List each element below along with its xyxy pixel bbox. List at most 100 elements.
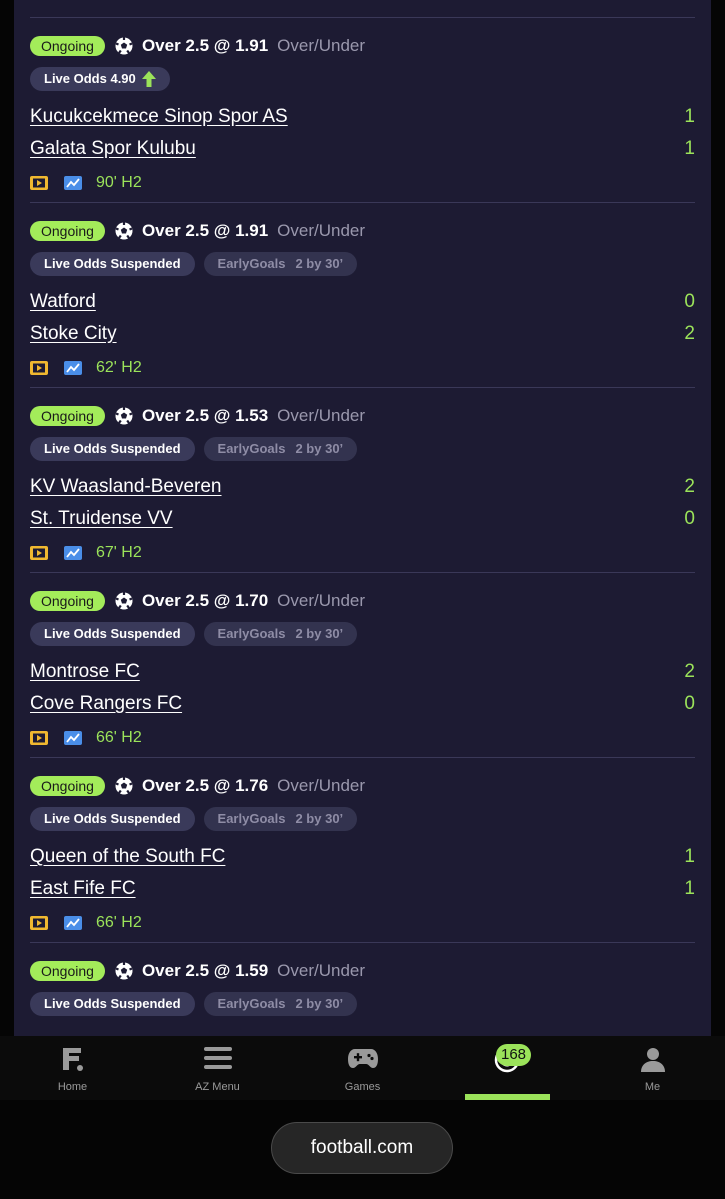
match-card[interactable]: Ongoing Over 2.5 @ 1.91 Over/Under Live … xyxy=(30,18,695,203)
menu-icon xyxy=(203,1047,232,1069)
status-badge: Ongoing xyxy=(30,36,105,56)
home-team-link[interactable]: Montrose FC xyxy=(30,661,140,683)
away-team-link[interactable]: Cove Rangers FC xyxy=(30,693,182,715)
soccer-ball-icon xyxy=(115,962,133,980)
home-score: 2 xyxy=(684,476,695,497)
nav-label-games: Games xyxy=(344,1081,381,1093)
odds-chips: Live Odds Suspended EarlyGoals 2 by 30’ xyxy=(30,992,358,1016)
match-minute: 66' H2 xyxy=(96,914,142,931)
match-card[interactable]: Ongoing Over 2.5 @ 1.59 Over/Under Live … xyxy=(30,943,695,1036)
soccer-ball-icon xyxy=(115,407,133,425)
odds-chips: Live Odds 4.90 xyxy=(30,67,170,91)
home-team-link[interactable]: Queen of the South FC xyxy=(30,846,225,868)
away-score: 0 xyxy=(684,508,695,529)
match-card[interactable]: Ongoing Over 2.5 @ 1.70 Over/Under Live … xyxy=(30,573,695,758)
away-team-link[interactable]: Stoke City xyxy=(30,323,117,345)
market-type: Over/Under xyxy=(277,776,366,795)
early-goals-chip: EarlyGoals 2 by 30’ xyxy=(203,622,358,646)
match-meta: 66' H2 xyxy=(30,913,142,933)
match-card[interactable]: Ongoing Over 2.5 @ 1.91 Over/Under Live … xyxy=(30,203,695,388)
stats-chart-icon[interactable] xyxy=(64,361,82,375)
early-goals-value: 2 by 30’ xyxy=(295,996,344,1011)
market-odds: Over 2.5 @ 1.70 xyxy=(141,591,269,610)
market-type: Over/Under xyxy=(277,221,366,240)
match-header: Ongoing Over 2.5 @ 1.76 Over/Under xyxy=(30,774,365,798)
match-card[interactable]: Ongoing Over 2.5 @ 1.76 Over/Under Live … xyxy=(30,758,695,943)
match-meta: 67' H2 xyxy=(30,543,142,563)
match-minute: 67' H2 xyxy=(96,544,142,561)
stats-chart-icon[interactable] xyxy=(64,731,82,745)
match-minute: 62' H2 xyxy=(96,359,142,376)
nav-label-home: Home xyxy=(57,1081,88,1093)
stats-chart-icon[interactable] xyxy=(64,176,82,190)
live-odds-text: Live Odds Suspended xyxy=(44,626,181,641)
match-header: Ongoing Over 2.5 @ 1.70 Over/Under xyxy=(30,589,365,613)
away-score: 2 xyxy=(684,323,695,344)
live-odds-chip: Live Odds Suspended xyxy=(30,992,195,1016)
stats-chart-icon[interactable] xyxy=(64,546,82,560)
away-team-link[interactable]: St. Truidense VV xyxy=(30,508,173,530)
browser-url-bar[interactable]: football.com xyxy=(271,1122,453,1174)
early-goals-chip: EarlyGoals 2 by 30’ xyxy=(203,807,358,831)
early-goals-label: EarlyGoals xyxy=(217,441,286,456)
market-type: Over/Under xyxy=(277,961,366,980)
market-type: Over/Under xyxy=(277,591,366,610)
gamepad-icon xyxy=(347,1049,378,1068)
away-team-link[interactable]: Galata Spor Kulubu xyxy=(30,138,196,160)
nav-cashback[interactable]: $ 168 xyxy=(435,1036,580,1100)
match-header: Ongoing Over 2.5 @ 1.53 Over/Under xyxy=(30,404,365,428)
live-odds-chip: Live Odds Suspended xyxy=(30,252,195,276)
live-stream-icon[interactable] xyxy=(30,916,48,930)
nav-label-az-menu: AZ Menu xyxy=(195,1081,240,1093)
live-stream-icon[interactable] xyxy=(30,731,48,745)
live-stream-icon[interactable] xyxy=(30,361,48,375)
live-stream-icon[interactable] xyxy=(30,546,48,560)
match-meta: 90' H2 xyxy=(30,173,142,193)
nav-home[interactable]: Home xyxy=(0,1036,145,1100)
early-goals-label: EarlyGoals xyxy=(217,996,286,1011)
market-type: Over/Under xyxy=(277,406,366,425)
active-tab-indicator xyxy=(465,1094,550,1100)
live-odds-chip: Live Odds Suspended xyxy=(30,807,195,831)
away-team-link[interactable]: East Fife FC xyxy=(30,878,136,900)
user-icon xyxy=(640,1048,665,1072)
early-goals-label: EarlyGoals xyxy=(217,256,286,271)
match-minute: 66' H2 xyxy=(96,729,142,746)
stats-chart-icon[interactable] xyxy=(64,916,82,930)
nav-games[interactable]: Games xyxy=(290,1036,435,1100)
live-odds-text: Live Odds Suspended xyxy=(44,256,181,271)
status-badge: Ongoing xyxy=(30,406,105,426)
nav-az-menu[interactable]: AZ Menu xyxy=(145,1036,290,1100)
away-score: 1 xyxy=(684,878,695,899)
status-badge: Ongoing xyxy=(30,776,105,796)
live-odds-chip: Live Odds Suspended xyxy=(30,437,195,461)
early-goals-value: 2 by 30’ xyxy=(295,811,344,826)
away-score: 0 xyxy=(684,693,695,714)
market-odds: Over 2.5 @ 1.59 xyxy=(141,961,269,980)
early-goals-value: 2 by 30’ xyxy=(295,256,344,271)
match-minute: 90' H2 xyxy=(96,174,142,191)
market-odds: Over 2.5 @ 1.91 xyxy=(141,221,269,240)
nav-me[interactable]: Me xyxy=(580,1036,725,1100)
home-team-link[interactable]: KV Waasland-Beveren xyxy=(30,476,222,498)
home-score: 1 xyxy=(684,846,695,867)
bottom-nav: Home AZ Menu Games $ 168 Me xyxy=(0,1036,725,1100)
live-odds-text: Live Odds Suspended xyxy=(44,996,181,1011)
home-team-link[interactable]: Watford xyxy=(30,291,96,313)
early-goals-label: EarlyGoals xyxy=(217,811,286,826)
live-odds-chip: Live Odds 4.90 xyxy=(30,67,170,91)
early-goals-chip: EarlyGoals 2 by 30’ xyxy=(203,437,358,461)
match-card[interactable]: Ongoing Over 2.5 @ 1.53 Over/Under Live … xyxy=(30,388,695,573)
match-header: Ongoing Over 2.5 @ 1.91 Over/Under xyxy=(30,34,365,58)
market-odds: Over 2.5 @ 1.76 xyxy=(141,776,269,795)
match-header: Ongoing Over 2.5 @ 1.91 Over/Under xyxy=(30,219,365,243)
live-stream-icon[interactable] xyxy=(30,176,48,190)
home-team-link[interactable]: Kucukcekmece Sinop Spor AS xyxy=(30,106,288,128)
match-feed[interactable]: Ongoing Over 2.5 @ 1.91 Over/Under Live … xyxy=(14,0,711,1036)
soccer-ball-icon xyxy=(115,592,133,610)
early-goals-chip: EarlyGoals 2 by 30’ xyxy=(203,252,358,276)
status-badge: Ongoing xyxy=(30,591,105,611)
market-odds: Over 2.5 @ 1.91 xyxy=(141,36,269,55)
home-score: 2 xyxy=(684,661,695,682)
football-logo-icon xyxy=(62,1048,83,1071)
